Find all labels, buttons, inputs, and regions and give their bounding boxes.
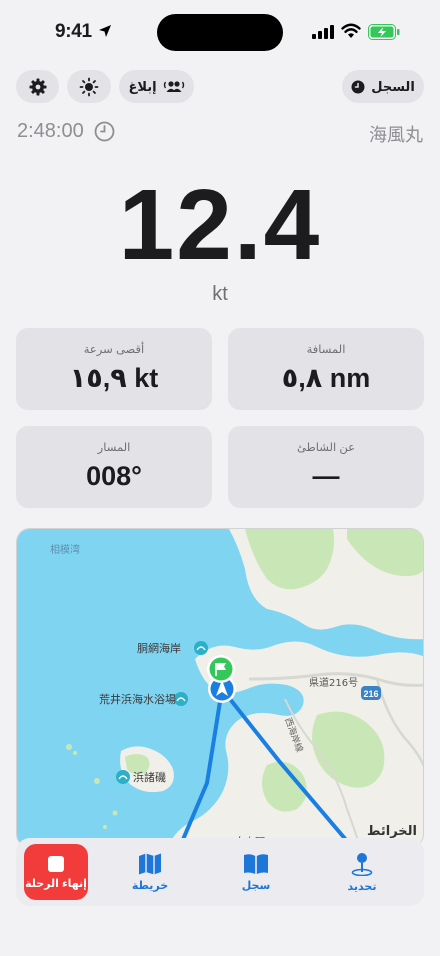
cellular-signal-icon bbox=[312, 25, 334, 39]
location-pin-icon bbox=[351, 852, 373, 876]
bottom-toolbar: إنهاء الرحلة خريطة سجل تحديد bbox=[16, 838, 424, 906]
location-arrow-icon bbox=[99, 25, 111, 37]
status-bar: 9:41 bbox=[0, 0, 440, 62]
tab-locate[interactable]: تحديد bbox=[330, 838, 394, 906]
tab-locate-label: تحديد bbox=[347, 880, 377, 893]
stat-value: — bbox=[312, 461, 340, 491]
route-shield: 216 bbox=[363, 689, 378, 699]
stat-card-shore-distance: عن الشاطئ — bbox=[228, 426, 424, 508]
map-icon bbox=[139, 853, 161, 874]
sun-icon bbox=[79, 77, 99, 96]
map-label-beach1: 胴網海岸 bbox=[137, 641, 181, 655]
boat-name: 海風丸 bbox=[369, 125, 423, 146]
end-trip-button[interactable]: إنهاء الرحلة bbox=[24, 844, 88, 900]
stat-label: المسافة bbox=[306, 344, 346, 356]
tab-map[interactable]: خريطة bbox=[118, 838, 182, 906]
current-speed: 12.4 bbox=[118, 169, 322, 281]
speed-unit: kt bbox=[212, 283, 228, 305]
gear-icon bbox=[29, 78, 46, 95]
status-time: 9:41 bbox=[55, 21, 92, 42]
clock-icon bbox=[351, 80, 365, 93]
settings-button[interactable] bbox=[16, 70, 59, 103]
stat-card-max-speed: أقصى سرعة ١٥,٩ kt bbox=[16, 328, 212, 410]
map-attribution: الخرائط bbox=[367, 823, 417, 838]
map-canvas[interactable]: 216 相模湾 胴網海岸 荒井浜海水浴場 浜諸磯 県道216号 西海岸線 白上町… bbox=[17, 529, 424, 848]
tab-map-label: خريطة bbox=[131, 879, 169, 892]
stat-value: ١٥,٩ kt bbox=[69, 363, 159, 393]
stop-icon bbox=[48, 855, 64, 872]
timer-clock-icon bbox=[94, 121, 115, 142]
map-label-reef: 浜諸磯 bbox=[133, 770, 166, 784]
wifi-icon bbox=[341, 23, 361, 38]
report-button[interactable]: إبلاغ bbox=[119, 70, 194, 103]
stat-card-distance: المسافة ٥,٨ nm bbox=[228, 328, 424, 410]
stat-value: ٥,٨ nm bbox=[281, 363, 371, 393]
tab-log-label: سجل bbox=[241, 879, 271, 892]
stat-card-heading: المسار 008° bbox=[16, 426, 212, 508]
dynamic-island bbox=[157, 14, 283, 51]
stat-label: عن الشاطئ bbox=[296, 442, 355, 454]
tab-log[interactable]: سجل bbox=[224, 838, 288, 906]
elapsed-time: 2:48:00 bbox=[17, 120, 84, 142]
log-label: السجل bbox=[371, 78, 415, 94]
trip-map[interactable]: 216 相模湾 胴網海岸 荒井浜海水浴場 浜諸磯 県道216号 西海岸線 白上町… bbox=[16, 528, 424, 848]
map-label-bay: 相模湾 bbox=[50, 543, 80, 556]
people-broadcast-icon bbox=[163, 80, 184, 92]
stat-label: أقصى سرعة bbox=[83, 344, 145, 356]
stat-value: 008° bbox=[86, 461, 142, 491]
brightness-button[interactable] bbox=[67, 70, 111, 103]
stat-label: المسار bbox=[97, 442, 131, 454]
map-label-beach2: 荒井浜海水浴場 bbox=[99, 692, 176, 706]
book-icon bbox=[244, 853, 268, 874]
log-button[interactable]: السجل bbox=[342, 70, 424, 103]
report-label: إبلاغ bbox=[128, 78, 157, 94]
end-trip-label: إنهاء الرحلة bbox=[25, 877, 87, 890]
battery-charging-icon bbox=[368, 24, 400, 40]
map-label-road: 県道216号 bbox=[309, 676, 358, 689]
